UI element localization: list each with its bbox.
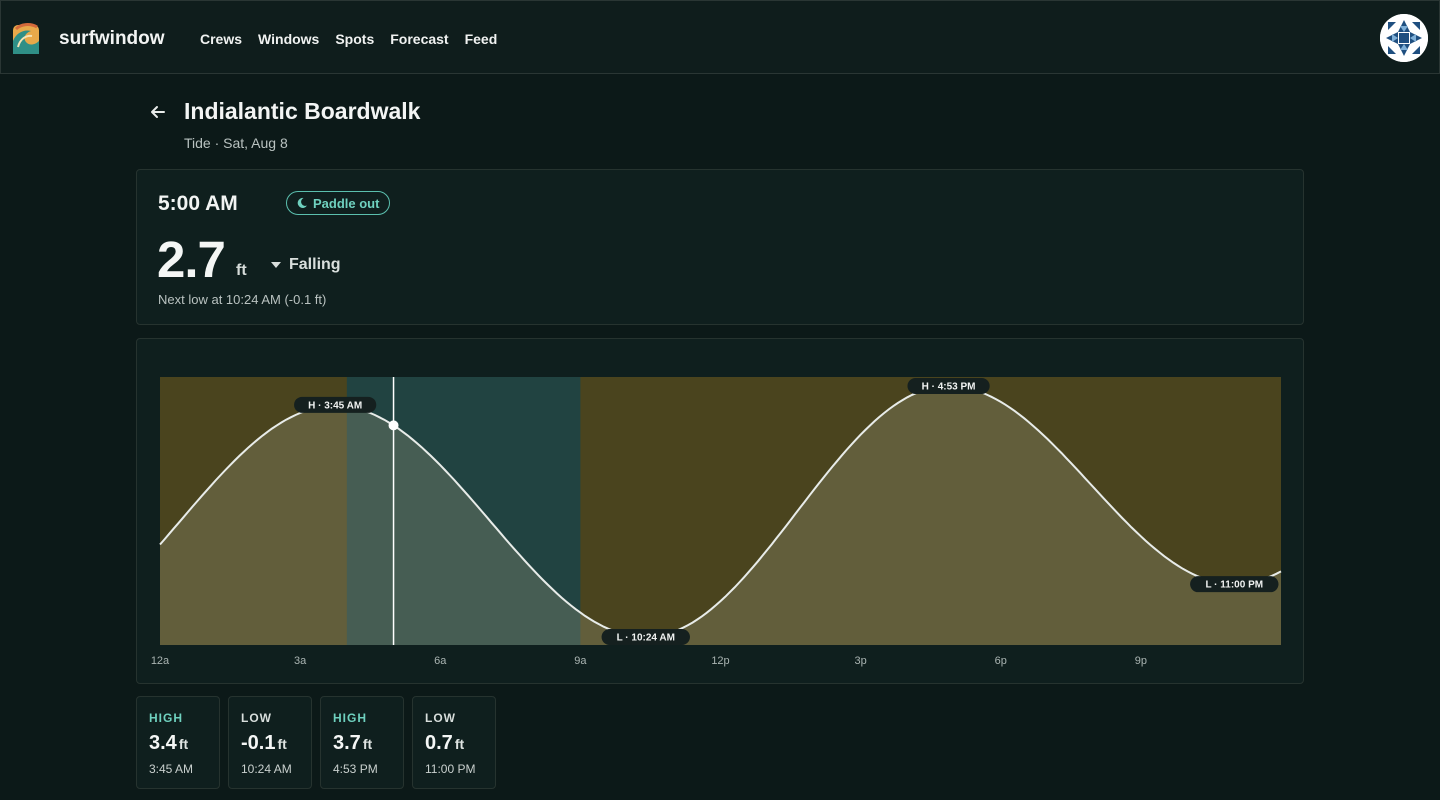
- paddle-out-badge: Paddle out: [286, 191, 391, 215]
- extreme-type: HIGH: [333, 711, 367, 725]
- extreme-label: H · 3:45 AM: [308, 400, 362, 411]
- avatar-pattern-icon: [1380, 14, 1428, 62]
- trend-label: Falling: [289, 256, 341, 273]
- extreme-value: 0.7 ft: [425, 732, 465, 754]
- next-low-text: Next low at 10:24 AM (-0.1 ft): [158, 292, 327, 307]
- extreme-time: 4:53 PM: [333, 762, 378, 776]
- tide-trend: Falling: [271, 256, 341, 274]
- extreme-card-high-1[interactable]: HIGH 3.4 ft 3:45 AM: [136, 696, 220, 789]
- wave-logo-icon[interactable]: [12, 21, 40, 55]
- extreme-type: LOW: [425, 711, 456, 725]
- current-height: 2.7: [157, 231, 226, 288]
- current-time: 5:00 AM: [158, 192, 238, 215]
- main-nav: Crews Windows Spots Forecast Feed: [200, 31, 497, 47]
- extreme-card-low-2[interactable]: LOW 0.7 ft 11:00 PM: [412, 696, 496, 789]
- extreme-time: 11:00 PM: [425, 762, 476, 776]
- badge-label: Paddle out: [313, 195, 380, 211]
- extreme-card-low-1[interactable]: LOW -0.1 ft 10:24 AM: [228, 696, 312, 789]
- x-tick-label: 9p: [1135, 655, 1147, 667]
- nav-crews[interactable]: Crews: [200, 31, 242, 47]
- nav-forecast[interactable]: Forecast: [390, 31, 448, 47]
- nav-feed[interactable]: Feed: [465, 31, 498, 47]
- extreme-value: -0.1 ft: [241, 732, 287, 754]
- x-tick-label: 3p: [855, 655, 867, 667]
- extreme-type: HIGH: [149, 711, 183, 725]
- x-tick-label: 6a: [434, 655, 447, 667]
- back-arrow-icon[interactable]: [147, 101, 169, 123]
- extreme-time: 3:45 AM: [149, 762, 194, 776]
- extreme-time: 10:24 AM: [241, 762, 292, 776]
- tide-chart-card: 12a 3a 6a 9a 12p 3p 6p 9p H · 3:45 AM L · 10:24 A…: [136, 338, 1304, 684]
- page-subtitle: Tide · Sat, Aug 8: [184, 135, 288, 151]
- nav-windows[interactable]: Windows: [258, 31, 319, 47]
- extreme-label: L · 11:00 PM: [1205, 580, 1263, 591]
- extreme-label: H · 4:53 PM: [922, 382, 976, 393]
- now-dot: [388, 420, 399, 431]
- extreme-type: LOW: [241, 711, 272, 725]
- x-tick-label: 12a: [151, 655, 170, 667]
- current-tide-card: 5:00 AM Paddle out 2.7 ft Falling Next l…: [136, 169, 1304, 325]
- extreme-value: 3.7 ft: [333, 732, 373, 754]
- current-height-unit: ft: [236, 262, 247, 279]
- user-avatar[interactable]: [1380, 14, 1428, 62]
- extreme-value: 3.4 ft: [149, 732, 189, 754]
- top-nav-bar: surfwindow Crews Windows Spots Forecast …: [0, 0, 1440, 74]
- nav-spots[interactable]: Spots: [335, 31, 374, 47]
- x-tick-label: 6p: [995, 655, 1007, 667]
- page-title: Indialantic Boardwalk: [184, 98, 421, 124]
- caret-down-icon: [271, 262, 281, 268]
- tide-chart[interactable]: 12a 3a 6a 9a 12p 3p 6p 9p H · 3:45 AM L · 10:24 A…: [137, 339, 1305, 685]
- moon-icon: [297, 197, 307, 208]
- brand-name[interactable]: surfwindow: [59, 28, 165, 50]
- extreme-label: L · 10:24 AM: [617, 633, 675, 644]
- x-tick-label: 12p: [711, 655, 729, 667]
- extreme-card-high-2[interactable]: HIGH 3.7 ft 4:53 PM: [320, 696, 404, 789]
- x-tick-label: 9a: [574, 655, 587, 667]
- x-tick-label: 3a: [294, 655, 307, 667]
